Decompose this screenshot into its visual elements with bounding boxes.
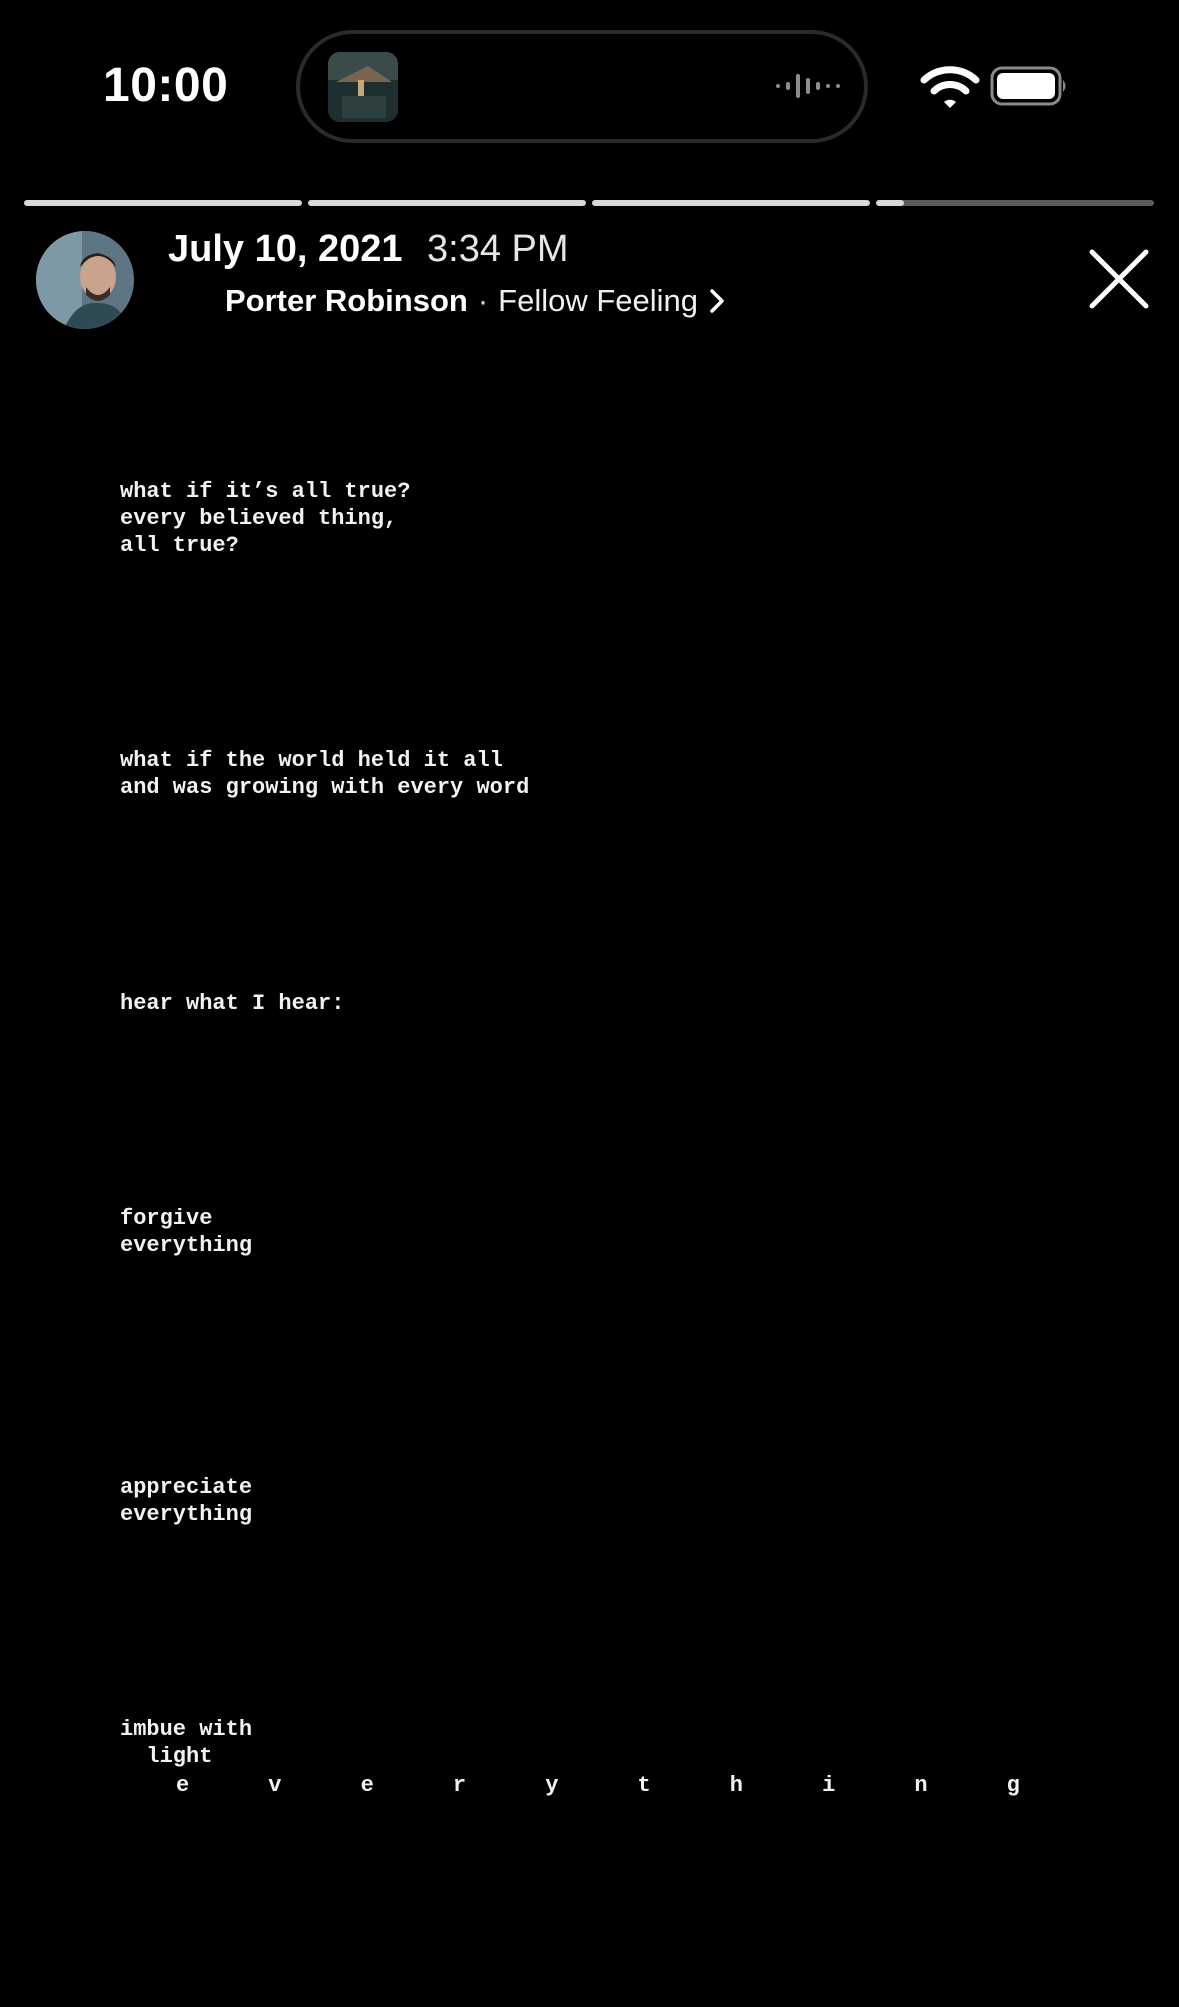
spread-letter: e bbox=[176, 1773, 190, 1798]
spread-letter: v bbox=[268, 1773, 282, 1798]
status-time: 10:00 bbox=[103, 59, 229, 112]
battery-icon bbox=[990, 66, 1066, 106]
lyric-stanza: hear what I hear: bbox=[120, 991, 345, 1016]
progress-segment bbox=[592, 200, 870, 206]
song-link[interactable]: Porter Robinson · Fellow Feeling bbox=[225, 283, 726, 319]
spread-letter: h bbox=[729, 1773, 743, 1798]
chevron-right-icon bbox=[710, 289, 724, 313]
song-title: Fellow Feeling bbox=[498, 283, 699, 318]
progress-segment bbox=[308, 200, 586, 206]
lyric-spread-word: everything bbox=[176, 1773, 1020, 1798]
spread-letter: n bbox=[914, 1773, 928, 1798]
spread-letter: i bbox=[822, 1773, 836, 1798]
lyric-stanza: forgive everything bbox=[120, 1206, 253, 1258]
now-playing-artwork bbox=[328, 52, 398, 122]
lyric-stanza: appreciate everything bbox=[120, 1475, 253, 1527]
separator: · bbox=[477, 283, 489, 318]
lyric-stanza: what if it’s all true? every believed th… bbox=[120, 479, 411, 558]
progress-segment bbox=[24, 200, 302, 206]
close-icon[interactable] bbox=[1088, 248, 1150, 310]
post-time: 3:34 PM bbox=[427, 228, 569, 270]
lyric-stanza: imbue with light bbox=[120, 1717, 253, 1769]
artist-name: Porter Robinson bbox=[225, 283, 468, 318]
spread-letter: e bbox=[360, 1773, 374, 1798]
lyric-stanza: what if the world held it all and was gr… bbox=[120, 748, 530, 800]
progress-segment bbox=[876, 200, 1154, 206]
spread-letter: y bbox=[545, 1773, 559, 1798]
spread-letter: r bbox=[452, 1773, 467, 1798]
spread-letter: t bbox=[637, 1773, 651, 1798]
story-progress bbox=[24, 200, 1154, 206]
spread-letter: g bbox=[1006, 1773, 1020, 1798]
post-date: July 10, 2021 bbox=[168, 228, 403, 270]
wifi-icon bbox=[920, 66, 980, 108]
audio-waveform-icon bbox=[776, 74, 840, 98]
avatar[interactable] bbox=[36, 231, 134, 329]
dynamic-island[interactable] bbox=[296, 30, 868, 143]
